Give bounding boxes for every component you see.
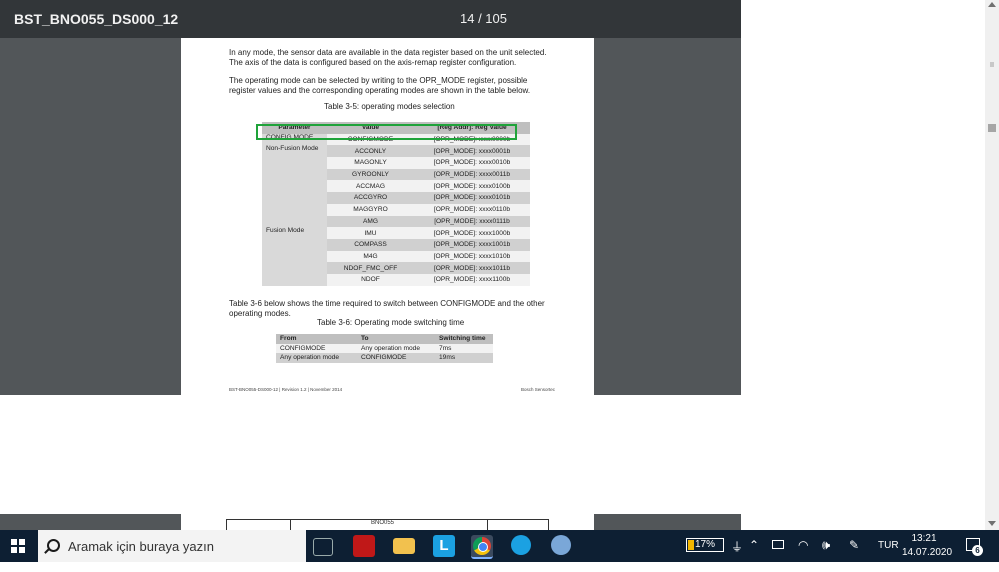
table-row: Any operation mode CONFIGMODE 19ms — [276, 353, 493, 363]
table2-header-from: From — [276, 334, 357, 344]
windows-taskbar: Aramak için buraya yazın L 17% ⏚ ⌃ ◠ 🕪 ✎… — [0, 530, 999, 562]
table1-value-cell: GYROONLY — [327, 168, 414, 181]
search-icon — [47, 539, 60, 552]
mcafee-icon[interactable] — [353, 535, 375, 557]
page-footer-left: BST-BNO055-DS000-12 | Revision 1.2 | Nov… — [229, 387, 343, 392]
paragraph-3: Table 3-6 below shows the time required … — [229, 299, 545, 318]
volume-icon[interactable]: 🕪 — [822, 537, 830, 569]
battery-indicator[interactable]: 17% — [686, 538, 724, 552]
table1-reg-cell: [OPR_MODE]: xxxx1100b — [414, 273, 530, 286]
pen-icon[interactable]: ✎ — [849, 538, 859, 570]
scroll-marker — [990, 62, 994, 67]
empty-area — [0, 395, 741, 515]
scroll-down-arrow-icon[interactable] — [988, 521, 996, 526]
table-row: Fusion Mode IMU [OPR_MODE]: xxxx1000b — [262, 227, 530, 286]
right-blank-panel — [741, 0, 999, 530]
chrome-icon-tile[interactable] — [471, 535, 493, 559]
windows-start-icon[interactable] — [11, 539, 25, 553]
file-explorer-icon[interactable] — [393, 538, 415, 554]
network-adapter-icon[interactable] — [772, 540, 784, 549]
notification-count-badge: 6 — [972, 545, 983, 556]
page-indicator[interactable]: 14 / 105 — [460, 11, 507, 26]
paragraph-1: In any mode, the sensor data are availab… — [229, 48, 547, 67]
table1-reg-cell: [OPR_MODE]: xxxx0001b — [414, 145, 530, 158]
table1-reg-cell: [OPR_MODE]: xxxx1011b — [414, 262, 530, 274]
table1-value-cell: ACCONLY — [327, 145, 414, 158]
table2-cell: CONFIGMODE — [276, 343, 357, 353]
table1-reg-cell: [OPR_MODE]: xxxx1001b — [414, 238, 530, 251]
vertical-scrollbar[interactable] — [985, 0, 999, 530]
table-row: CONFIGMODE Any operation mode 7ms — [276, 343, 493, 353]
next-page-title: BNO055 — [371, 520, 395, 526]
table1-caption: Table 3-5: operating modes selection — [324, 102, 455, 111]
scroll-up-arrow-icon[interactable] — [988, 2, 996, 7]
plug-icon[interactable]: ⏚ — [731, 538, 743, 570]
table1-value-cell: AMG — [327, 215, 414, 228]
battery-percent: 17% — [694, 539, 715, 550]
taskbar-search-box[interactable]: Aramak için buraya yazın — [38, 530, 306, 562]
chevron-up-icon[interactable]: ⌃ — [749, 538, 759, 570]
language-indicator[interactable]: TUR — [878, 540, 899, 572]
table1-value-cell: M4G — [327, 250, 414, 263]
operating-modes-table: Parameter Value [Reg Addr]: Reg Value CO… — [262, 122, 530, 286]
table1-value-cell: MAGONLY — [327, 157, 414, 169]
table1-reg-cell: [OPR_MODE]: xxxx0111b — [414, 215, 530, 228]
table1-reg-cell: [OPR_MODE]: xxxx0101b — [414, 192, 530, 204]
table2-caption: Table 3-6: Operating mode switching time — [317, 318, 465, 327]
search-placeholder: Aramak için buraya yazın — [68, 539, 214, 554]
pdf-viewer: BST_BNO055_DS000_12 14 / 105 In any mode… — [0, 0, 741, 395]
clock-time: 13:21 — [911, 533, 937, 544]
clock-date: 14.07.2020 — [902, 547, 953, 558]
whatsapp-icon[interactable] — [511, 535, 531, 555]
table1-reg-cell: [OPR_MODE]: xxxx0100b — [414, 180, 530, 193]
table1-value-cell: MAGGYRO — [327, 203, 414, 216]
table2-cell: Any operation mode — [357, 343, 435, 353]
scrollbar-thumb[interactable] — [988, 124, 996, 132]
table1-parameter-cell: Non-Fusion Mode — [262, 145, 327, 228]
next-pdf-page: BNO055 — [181, 514, 594, 532]
table1-reg-cell: [OPR_MODE]: xxxx0110b — [414, 203, 530, 216]
table1-value-cell: ACCMAG — [327, 180, 414, 193]
l-app-icon[interactable]: L — [433, 535, 455, 557]
table2-cell: 7ms — [435, 343, 493, 353]
table1-reg-cell: [OPR_MODE]: xxxx0010b — [414, 157, 530, 169]
task-view-icon[interactable] — [313, 538, 333, 556]
next-page-strip: BNO055 — [0, 514, 741, 532]
table1-value-cell: NDOF_FMC_OFF — [327, 262, 414, 274]
system-clock[interactable]: 13:21 14.07.2020 — [902, 532, 953, 560]
config-mode-highlight-box — [256, 124, 517, 140]
pdf-page: In any mode, the sensor data are availab… — [181, 38, 594, 395]
pdf-toolbar: BST_BNO055_DS000_12 14 / 105 — [0, 0, 741, 38]
table1-reg-cell: [OPR_MODE]: xxxx1000b — [414, 227, 530, 239]
switching-time-table: From To Switching time CONFIGMODE Any ope… — [276, 334, 493, 363]
table-row: Non-Fusion Mode ACCONLY [OPR_MODE]: xxxx00… — [262, 145, 530, 228]
wifi-icon[interactable]: ◠ — [798, 538, 808, 570]
table1-value-cell: COMPASS — [327, 238, 414, 251]
table1-value-cell: NDOF — [327, 273, 414, 286]
table2-cell: 19ms — [435, 353, 493, 363]
table2-cell: Any operation mode — [276, 353, 357, 363]
table2-cell: CONFIGMODE — [357, 353, 435, 363]
paragraph-2: The operating mode can be selected by wr… — [229, 76, 531, 95]
document-title: BST_BNO055_DS000_12 — [14, 11, 179, 27]
table2-header-to: To — [357, 334, 435, 344]
table1-value-cell: ACCGYRO — [327, 192, 414, 204]
page-footer-right: Bosch Sensortec — [521, 387, 556, 392]
table1-value-cell: IMU — [327, 227, 414, 239]
table2-header-time: Switching time — [435, 334, 493, 344]
table1-reg-cell: [OPR_MODE]: xxxx1010b — [414, 250, 530, 263]
paint-icon[interactable] — [551, 535, 571, 555]
table1-parameter-cell: Fusion Mode — [262, 227, 327, 286]
table1-reg-cell: [OPR_MODE]: xxxx0011b — [414, 168, 530, 181]
